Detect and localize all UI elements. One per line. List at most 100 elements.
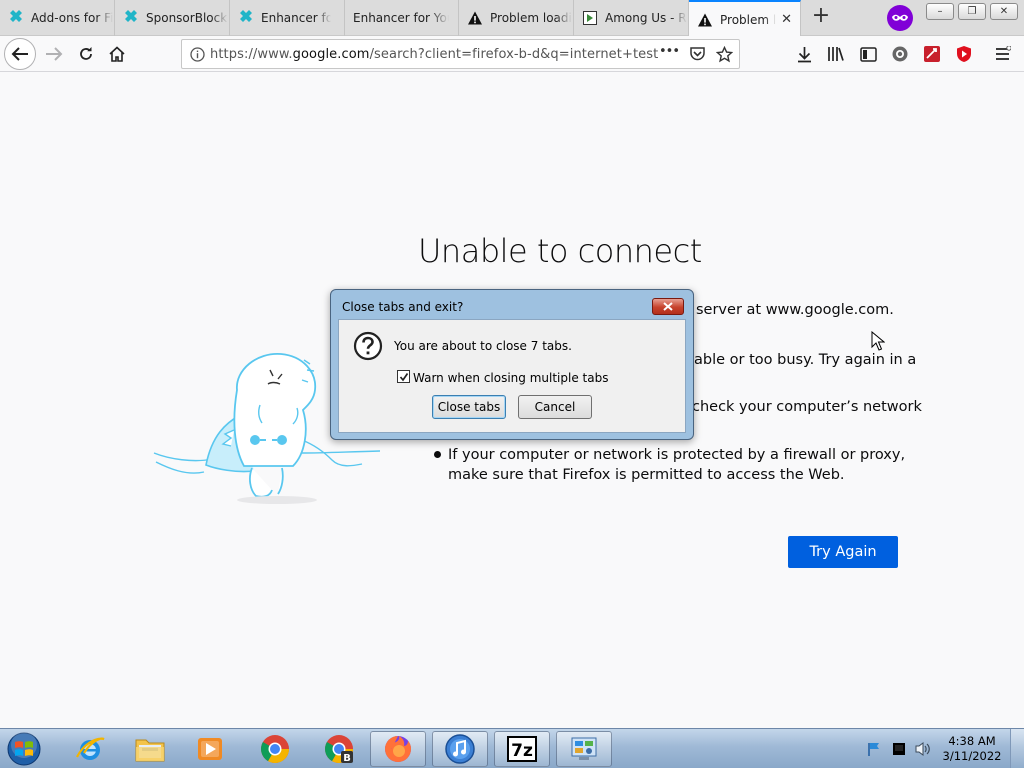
- error-line-1: server at www.google.com.: [696, 302, 894, 318]
- sponsorblock-icon: [123, 10, 139, 26]
- internet-explorer-icon: [76, 737, 105, 760]
- folder-icon: [135, 739, 165, 762]
- reload-icon: [80, 47, 92, 60]
- chrome-profile-icon: B: [325, 735, 353, 764]
- show-desktop-button[interactable]: [1010, 729, 1024, 768]
- back-button[interactable]: [4, 38, 36, 70]
- taskbar-windows-explorer[interactable]: [122, 731, 178, 767]
- tab-label: Problem loading page: [720, 12, 776, 27]
- back-arrow-icon: [11, 47, 28, 61]
- dialog-title: Close tabs and exit?: [342, 300, 464, 314]
- taskbar-chrome-profile[interactable]: B: [311, 731, 367, 767]
- minimize-button[interactable]: –: [926, 3, 954, 20]
- taskbar-chrome[interactable]: [247, 731, 303, 767]
- forward-button[interactable]: [40, 40, 68, 68]
- taskbar-internet-explorer[interactable]: [62, 731, 118, 767]
- control-panel-icon: [571, 737, 597, 760]
- taskbar-7zip[interactable]: 7z: [494, 731, 550, 767]
- 7zip-icon: 7z: [507, 736, 537, 762]
- action-center-flag-icon[interactable]: [866, 741, 882, 761]
- clock[interactable]: 4:38 AM 3/11/2022: [942, 734, 1002, 764]
- clock-time: 4:38 AM: [948, 734, 996, 748]
- warn-checkbox-label[interactable]: Warn when closing multiple tabs: [413, 371, 608, 385]
- firefox-icon: [385, 736, 411, 762]
- cancel-button[interactable]: Cancel: [518, 395, 592, 419]
- try-again-button[interactable]: Try Again: [788, 536, 898, 568]
- tab-addons[interactable]: Add-ons for Firefox: [0, 0, 115, 36]
- network-icon[interactable]: [891, 741, 907, 761]
- tab-label: Add-ons for Firefox: [31, 11, 113, 25]
- close-tabs-button[interactable]: Close tabs: [432, 395, 506, 419]
- dialog-close-button[interactable]: [652, 298, 684, 315]
- tab-label: Problem loading page: [490, 11, 572, 25]
- site-info-icon[interactable]: [190, 47, 205, 66]
- sponsorblock-shield-icon[interactable]: [954, 44, 974, 64]
- pocket-icon[interactable]: [689, 46, 706, 66]
- warn-checkbox[interactable]: [397, 370, 410, 383]
- forward-arrow-icon: [46, 47, 63, 61]
- volume-icon[interactable]: [914, 741, 932, 761]
- home-icon: [109, 46, 125, 62]
- checkmark-icon: [399, 372, 408, 381]
- private-browsing-icon: [887, 5, 913, 31]
- url-text: https://www.google.com/search?client=fir…: [210, 47, 658, 62]
- reload-button[interactable]: [72, 40, 100, 68]
- enhancer-icon: [238, 10, 254, 26]
- error-line-5: make sure that Firefox is permitted to a…: [448, 467, 845, 483]
- url-host: google.com: [292, 47, 370, 62]
- tab-problem-loading-active[interactable]: Problem loading page ✕: [689, 0, 801, 37]
- close-tabs-dialog: Close tabs and exit? You are about to cl…: [330, 289, 694, 440]
- start-button[interactable]: [2, 730, 46, 768]
- tab-among-us[interactable]: Among Us - Reddit: [574, 0, 689, 36]
- mouse-cursor-icon: [871, 330, 886, 355]
- dialog-message: You are about to close 7 tabs.: [394, 339, 572, 353]
- downloads-icon[interactable]: [794, 44, 814, 64]
- windows-start-icon: [7, 732, 41, 766]
- taskbar: B 7z 4:38 AM 3/11/2022: [0, 728, 1024, 768]
- maximize-button[interactable]: ❐: [958, 3, 986, 20]
- url-prefix: https://www.: [210, 47, 293, 62]
- close-window-button[interactable]: ✕: [990, 3, 1018, 20]
- tab-problem-loading[interactable]: Problem loading page: [459, 0, 574, 36]
- new-tab-button[interactable]: +: [808, 4, 834, 30]
- page-actions-icon[interactable]: •••: [659, 44, 680, 59]
- account-icon[interactable]: [890, 44, 910, 64]
- bookmark-star-icon[interactable]: [715, 45, 734, 67]
- extension-red-icon[interactable]: [922, 44, 942, 64]
- taskbar-media-player[interactable]: [182, 731, 238, 767]
- taskbar-itunes[interactable]: [432, 731, 488, 767]
- tab-enhancer[interactable]: Enhancer for YouTube: [230, 0, 345, 36]
- menu-icon[interactable]: [993, 44, 1013, 64]
- library-icon[interactable]: [826, 44, 846, 64]
- tab-enhancer-2[interactable]: Enhancer for YouTube: [345, 0, 459, 36]
- tab-strip: Add-ons for Firefox SponsorBlock Enhance…: [0, 0, 1024, 37]
- home-button[interactable]: [103, 40, 131, 68]
- warning-icon: [697, 12, 713, 28]
- tab-label: Enhancer for YouTube: [353, 11, 449, 25]
- tab-label: Enhancer for YouTube: [261, 11, 331, 25]
- screen: Add-ons for Firefox SponsorBlock Enhance…: [0, 0, 1024, 768]
- url-path: /search?client=firefox-b-d&q=internet+te…: [369, 47, 659, 62]
- svg-text:B: B: [343, 753, 351, 764]
- error-line-4: If your computer or network is protected…: [448, 447, 906, 463]
- sidebar-icon[interactable]: [858, 44, 878, 64]
- tab-label: SponsorBlock: [146, 11, 228, 25]
- clock-date: 3/11/2022: [942, 749, 1002, 763]
- svg-text:7z: 7z: [511, 741, 533, 761]
- dialog-body: You are about to close 7 tabs. Warn when…: [338, 319, 686, 433]
- url-bar[interactable]: https://www.google.com/search?client=fir…: [181, 39, 740, 69]
- tab-sponsorblock[interactable]: SponsorBlock: [115, 0, 230, 36]
- error-title: Unable to connect: [418, 232, 702, 270]
- warning-icon: [467, 10, 483, 26]
- addons-icon: [8, 10, 24, 26]
- close-icon: [663, 302, 673, 311]
- page-icon: [582, 10, 598, 26]
- taskbar-firefox[interactable]: [370, 731, 426, 767]
- tab-close-icon[interactable]: ✕: [781, 12, 792, 27]
- media-player-icon: [198, 738, 222, 760]
- chrome-icon: [261, 735, 289, 763]
- nav-bar: https://www.google.com/search?client=fir…: [0, 36, 1024, 72]
- itunes-icon: [445, 734, 475, 764]
- taskbar-control-panel[interactable]: [556, 731, 612, 767]
- bullet-point: [434, 451, 441, 458]
